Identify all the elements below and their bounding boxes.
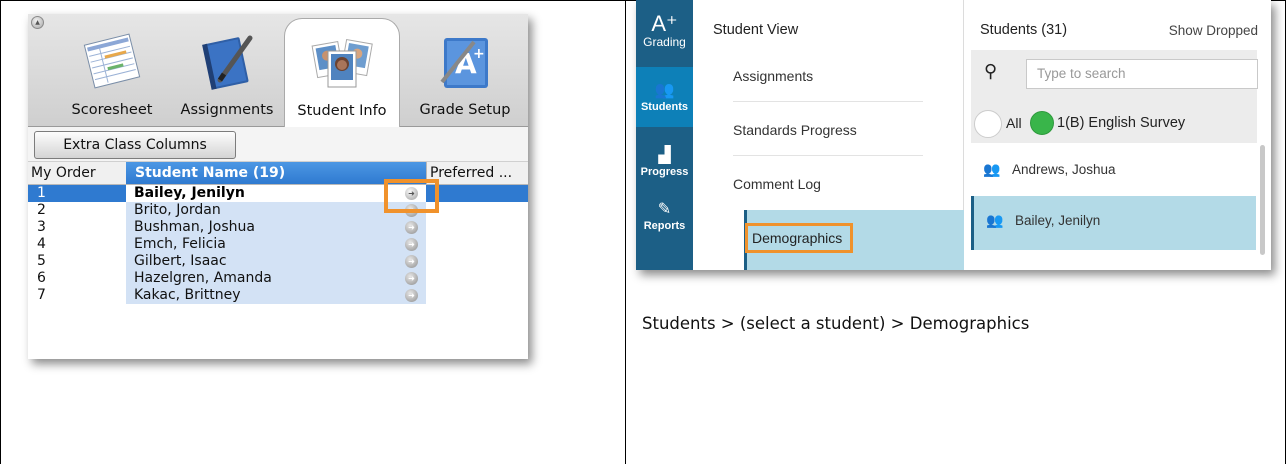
student-icon: 👥	[983, 161, 1001, 177]
students-title: Students (31)	[980, 22, 1068, 38]
go-arrow-icon[interactable]: ➜	[405, 255, 418, 268]
student-info-icon	[311, 38, 373, 88]
go-arrow-icon[interactable]: ➜	[405, 289, 418, 302]
filter-class-label: 1(B) English Survey	[1057, 115, 1186, 131]
row-student-name: Bailey, Jenilyn	[126, 185, 426, 202]
view-item-standards-progress[interactable]: Standards Progress	[733, 122, 963, 138]
row-order: 1	[28, 185, 126, 202]
row-student-name: Kakac, Brittney	[126, 287, 426, 304]
filter-class-radio[interactable]	[1030, 111, 1054, 135]
button-row: Extra Class Columns	[28, 127, 528, 162]
tab-assignments[interactable]: Assignments	[171, 18, 283, 126]
row-student-name: Hazelgren, Amanda	[126, 270, 426, 287]
row-order: 4	[37, 236, 46, 252]
list-item[interactable]: 👥 Andrews, Joshua	[971, 145, 1253, 195]
column-header-student-name[interactable]: Student Name (19) ▲	[126, 162, 426, 184]
nav-label: Progress	[640, 166, 689, 178]
search-icon: ⚲	[984, 61, 998, 81]
row-selection-fill	[426, 185, 528, 202]
tab-label: Scoresheet	[71, 102, 153, 118]
nav-item-grading[interactable]: A⁺ Grading	[636, 12, 693, 62]
nav-label: Students	[640, 101, 689, 113]
table-row[interactable]: 5 Gilbert, Isaac ➜	[28, 253, 528, 270]
svg-text:+: +	[473, 46, 485, 62]
view-item-demographics[interactable]: Demographics	[745, 223, 853, 253]
table-row[interactable]: 3 Bushman, Joshua ➜	[28, 219, 528, 236]
row-order: 7	[37, 287, 46, 303]
student-icon: 👥	[986, 212, 1004, 228]
collapse-icon[interactable]: ▲	[31, 16, 44, 29]
student-view-panel: Student View Assignments Standards Progr…	[693, 0, 966, 270]
legacy-app-screenshot: ▲ Scoresheet Assignments Student Info A …	[28, 14, 528, 359]
nav-item-progress[interactable]: ▟ Progress	[636, 140, 693, 190]
student-name: Bailey, Jenilyn	[1015, 213, 1101, 228]
table-border-middle	[625, 0, 626, 464]
tab-student-info[interactable]: Student Info	[284, 18, 400, 127]
divider	[733, 101, 923, 102]
students-icon: 👥	[654, 82, 675, 99]
filter-all-label: All	[1006, 115, 1022, 131]
filter-area: ⚲ Type to search All 1(B) English Survey	[971, 50, 1258, 143]
nav-item-students[interactable]: 👥 Students	[636, 67, 693, 127]
row-student-name: Emch, Felicia	[126, 236, 426, 253]
nav-label: Reports	[643, 220, 686, 232]
show-dropped-link[interactable]: Show Dropped	[1169, 23, 1258, 38]
go-arrow-icon[interactable]: ➜	[405, 272, 418, 285]
column-header-preferred[interactable]: Preferred ...	[426, 162, 528, 184]
row-student-name: Bushman, Joshua	[126, 219, 426, 236]
table-row[interactable]: 7 Kakac, Brittney ➜	[28, 287, 528, 304]
tab-grade-setup[interactable]: A + Grade Setup	[406, 18, 524, 126]
row-order: 6	[37, 270, 46, 286]
go-arrow-icon[interactable]: ➜	[405, 238, 418, 251]
search-input[interactable]: Type to search	[1026, 59, 1258, 89]
tab-label: Grade Setup	[419, 102, 511, 118]
row-order: 3	[37, 219, 46, 235]
tab-scoresheet[interactable]: Scoresheet	[56, 18, 168, 126]
scrollbar[interactable]	[1260, 145, 1265, 255]
view-item-comment-log[interactable]: Comment Log	[733, 176, 963, 192]
highlight-box	[384, 179, 439, 213]
toolbar: ▲ Scoresheet Assignments Student Info A …	[28, 14, 528, 127]
panel-title: Student View	[713, 22, 799, 38]
table-border-left	[0, 0, 1, 464]
students-panel: Students (31) Show Dropped ⚲ Type to sea…	[964, 0, 1271, 270]
grading-icon: A⁺	[651, 11, 678, 36]
table-row[interactable]: 1 Bailey, Jenilyn ➜	[28, 185, 528, 202]
assignments-icon	[202, 35, 253, 90]
tab-label: Assignments	[180, 102, 274, 118]
column-header-label: Student Name (19)	[135, 165, 286, 181]
table-row[interactable]: 4 Emch, Felicia ➜	[28, 236, 528, 253]
reports-icon: ✎	[657, 201, 672, 218]
side-navigation: A⁺ Grading 👥 Students ▟ Progress ✎ Repor…	[636, 0, 693, 270]
tab-label: Student Info	[297, 103, 387, 119]
table-row[interactable]: 6 Hazelgren, Amanda ➜	[28, 270, 528, 287]
row-student-name: Brito, Jordan	[126, 202, 426, 219]
nav-label: Grading	[643, 35, 686, 49]
progress-icon: ▟	[658, 147, 671, 164]
table-row[interactable]: 2 Brito, Jordan ➜	[28, 202, 528, 219]
row-order: 2	[37, 202, 46, 218]
filter-all-radio[interactable]	[974, 110, 1002, 138]
instruction-caption: Students > (select a student) > Demograp…	[642, 314, 1030, 333]
scoresheet-icon	[83, 33, 141, 89]
view-item-assignments[interactable]: Assignments	[733, 68, 963, 84]
table-header: My Order Student Name (19) ▲ Preferred .…	[28, 162, 528, 185]
row-order: 5	[37, 253, 46, 269]
list-item[interactable]: 👥 Bailey, Jenilyn	[971, 196, 1256, 250]
go-arrow-icon[interactable]: ➜	[405, 221, 418, 234]
grade-setup-icon: A +	[440, 38, 488, 88]
web-app-screenshot: A⁺ Grading 👥 Students ▟ Progress ✎ Repor…	[636, 0, 1271, 270]
extra-class-columns-button[interactable]: Extra Class Columns	[34, 131, 236, 159]
nav-item-reports[interactable]: ✎ Reports	[636, 194, 693, 244]
row-student-name: Gilbert, Isaac	[126, 253, 426, 270]
student-name: Andrews, Joshua	[1012, 162, 1116, 177]
divider	[733, 155, 923, 156]
column-header-my-order[interactable]: My Order	[28, 162, 126, 184]
